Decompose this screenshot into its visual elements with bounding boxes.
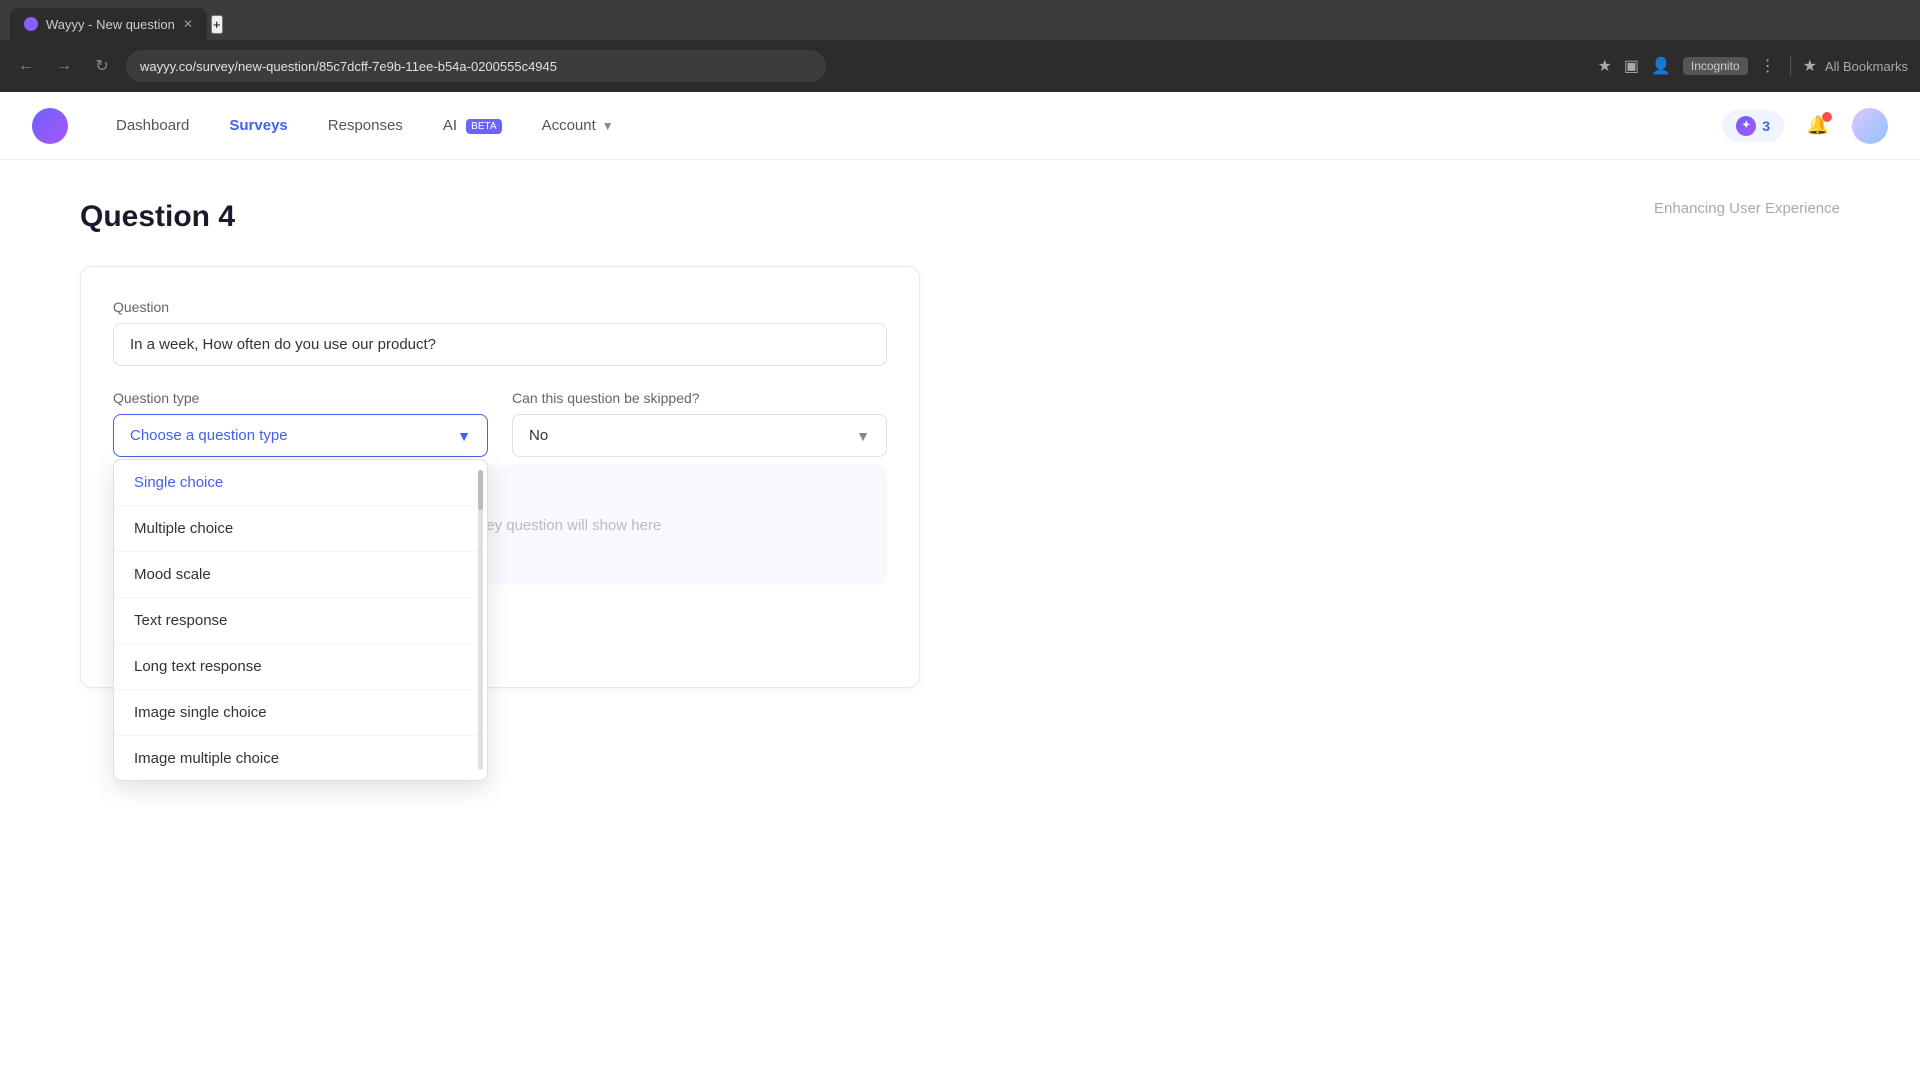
skip-label: Can this question be skipped? bbox=[512, 390, 887, 406]
nav-account[interactable]: Account ▼ bbox=[526, 109, 630, 142]
notification-button[interactable]: 🔔 bbox=[1800, 108, 1836, 144]
question-type-col: Question type Choose a question type ▼ S… bbox=[113, 390, 488, 457]
bookmark-star-icon[interactable]: ★ bbox=[1597, 56, 1611, 76]
browser-tab-bar: Wayyy - New question ✕ + bbox=[0, 0, 1920, 40]
nav-surveys[interactable]: Surveys bbox=[213, 109, 303, 142]
profile-icon[interactable]: 👤 bbox=[1651, 56, 1671, 76]
browser-actions: ★ ▣ 👤 Incognito ⋮ bbox=[1597, 56, 1775, 76]
skip-chevron-icon: ▼ bbox=[856, 428, 870, 444]
nav-links: Dashboard Surveys Responses AI BETA Acco… bbox=[100, 109, 630, 142]
dropdown-item-multiple-choice[interactable]: Multiple choice bbox=[114, 506, 487, 552]
page-header: Question 4 Enhancing User Experience bbox=[80, 200, 1840, 234]
incognito-badge: Incognito bbox=[1683, 57, 1748, 75]
browser-chrome: Wayyy - New question ✕ + ← → ↻ ★ ▣ 👤 Inc… bbox=[0, 0, 1920, 92]
tab-favicon bbox=[24, 17, 38, 31]
menu-icon[interactable]: ⋮ bbox=[1760, 56, 1776, 76]
survey-name: Enhancing User Experience bbox=[1654, 200, 1840, 217]
dropdown-item-mood-scale[interactable]: Mood scale bbox=[114, 552, 487, 598]
back-button[interactable]: ← bbox=[12, 52, 40, 80]
skip-value: No bbox=[529, 427, 548, 444]
close-tab-button[interactable]: ✕ bbox=[183, 17, 193, 31]
nav-dashboard[interactable]: Dashboard bbox=[100, 109, 205, 142]
skip-select-button[interactable]: No ▼ bbox=[512, 414, 887, 457]
skip-question-col: Can this question be skipped? No ▼ bbox=[512, 390, 887, 457]
ai-beta-badge: BETA bbox=[466, 119, 501, 134]
nav-ai[interactable]: AI BETA bbox=[427, 109, 518, 142]
forward-button[interactable]: → bbox=[50, 52, 78, 80]
new-tab-button[interactable]: + bbox=[211, 15, 223, 34]
question-type-dropdown: Single choice Multiple choice Mood scale… bbox=[113, 459, 488, 781]
dropdown-item-image-multiple-choice[interactable]: Image multiple choice bbox=[114, 736, 487, 780]
avatar-image bbox=[1852, 108, 1888, 144]
bookmarks-icon: ★ bbox=[1803, 56, 1817, 76]
extensions-icon[interactable]: ▣ bbox=[1624, 56, 1639, 76]
points-icon: ✦ bbox=[1736, 116, 1756, 136]
app: Dashboard Surveys Responses AI BETA Acco… bbox=[0, 92, 1920, 1080]
question-input[interactable] bbox=[113, 323, 887, 366]
question-type-label: Question type bbox=[113, 390, 488, 406]
nav-responses[interactable]: Responses bbox=[312, 109, 419, 142]
points-counter: ✦ 3 bbox=[1722, 110, 1784, 142]
scrollbar-thumb bbox=[478, 470, 483, 510]
user-avatar[interactable] bbox=[1852, 108, 1888, 144]
question-group: Question bbox=[113, 299, 887, 366]
navbar: Dashboard Surveys Responses AI BETA Acco… bbox=[0, 92, 1920, 160]
question-type-value: Choose a question type bbox=[130, 427, 288, 444]
dropdown-scroll-area: Single choice Multiple choice Mood scale… bbox=[114, 460, 487, 780]
app-logo bbox=[32, 108, 68, 144]
question-label: Question bbox=[113, 299, 887, 315]
question-type-button[interactable]: Choose a question type ▼ bbox=[113, 414, 488, 457]
dropdown-item-image-single-choice[interactable]: Image single choice bbox=[114, 690, 487, 736]
tab-title: Wayyy - New question bbox=[46, 17, 175, 32]
navbar-right: ✦ 3 🔔 bbox=[1722, 108, 1888, 144]
notification-badge bbox=[1822, 112, 1832, 122]
question-type-select-wrapper: Choose a question type ▼ Single choice M… bbox=[113, 414, 488, 457]
page-title: Question 4 bbox=[80, 200, 235, 234]
account-chevron-icon: ▼ bbox=[602, 119, 614, 133]
dropdown-chevron-icon: ▼ bbox=[457, 428, 471, 444]
dropdown-item-text-response[interactable]: Text response bbox=[114, 598, 487, 644]
refresh-button[interactable]: ↻ bbox=[88, 52, 116, 80]
dropdown-item-single-choice[interactable]: Single choice bbox=[114, 460, 487, 506]
dropdown-scrollbar bbox=[478, 470, 483, 770]
all-bookmarks-label: All Bookmarks bbox=[1825, 59, 1908, 74]
active-tab: Wayyy - New question ✕ bbox=[10, 8, 207, 40]
type-skip-row: Question type Choose a question type ▼ S… bbox=[113, 390, 887, 457]
dropdown-item-long-text-response[interactable]: Long text response bbox=[114, 644, 487, 690]
address-input[interactable] bbox=[126, 50, 826, 82]
page-content: Question 4 Enhancing User Experience Que… bbox=[0, 160, 1920, 1080]
form-card: Question Question type Choose a question… bbox=[80, 266, 920, 688]
browser-address-bar: ← → ↻ ★ ▣ 👤 Incognito ⋮ ★ All Bookmarks bbox=[0, 40, 1920, 92]
